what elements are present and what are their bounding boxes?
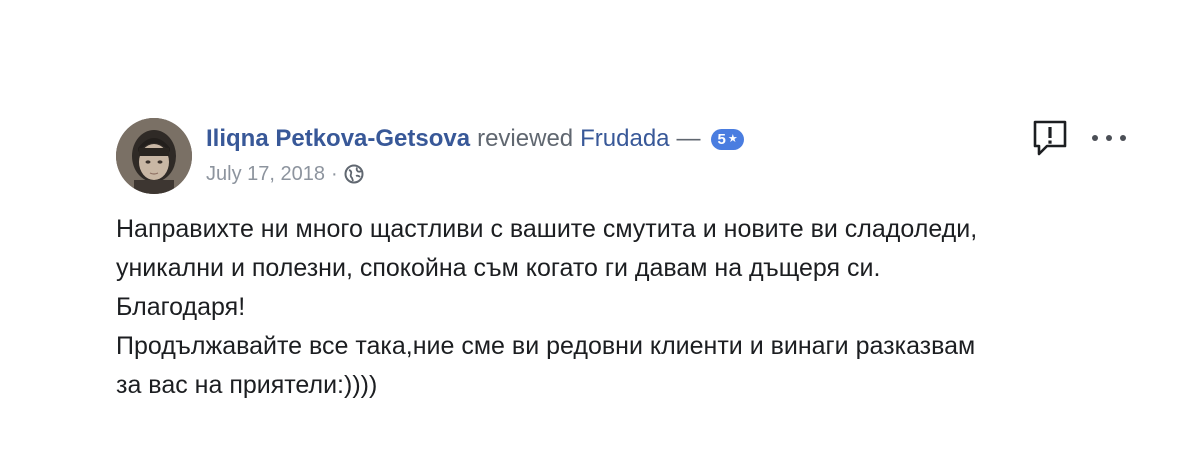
more-options-icon: [1092, 135, 1098, 141]
report-button[interactable]: [1030, 118, 1070, 158]
avatar-photo: [116, 118, 192, 194]
review-body: Направихте ни много щастливи с вашите см…: [116, 210, 1126, 405]
review-headline: Iliqna Petkova-Getsova reviewed Frudada …: [206, 124, 744, 154]
report-icon: [1033, 120, 1067, 156]
avatar[interactable]: [116, 118, 192, 194]
rating-badge: 5 ★: [710, 128, 744, 150]
more-options-dot: [1106, 135, 1112, 141]
more-options-button[interactable]: [1092, 128, 1126, 148]
headline-dash: —: [676, 125, 701, 152]
post-actions: [1030, 118, 1126, 158]
review-verb: reviewed: [477, 125, 574, 152]
review-text-line: уникални и полезни, спокойна съм когато …: [116, 254, 881, 282]
more-options-dot: [1120, 135, 1126, 141]
review-text-line: Продължавайте все така,ние сме ви редовн…: [116, 332, 976, 360]
review-date[interactable]: July 17, 2018: [206, 162, 325, 186]
review-text-line: за вас на приятели:)))): [116, 371, 378, 399]
star-icon: ★: [727, 132, 738, 145]
review-text-line: Благодаря!: [116, 293, 246, 321]
review-text-line: Направихте ни много щастливи с вашите см…: [116, 215, 978, 243]
review-meta: July 17, 2018 ·: [206, 162, 744, 186]
rating-value: 5: [717, 130, 726, 148]
meta-separator: ·: [330, 163, 338, 185]
globe-icon[interactable]: [344, 164, 364, 184]
review-header: Iliqna Petkova-Getsova reviewed Frudada …: [206, 124, 744, 186]
author-link[interactable]: Iliqna Petkova-Getsova: [206, 124, 470, 154]
page-link[interactable]: Frudada: [580, 124, 669, 154]
